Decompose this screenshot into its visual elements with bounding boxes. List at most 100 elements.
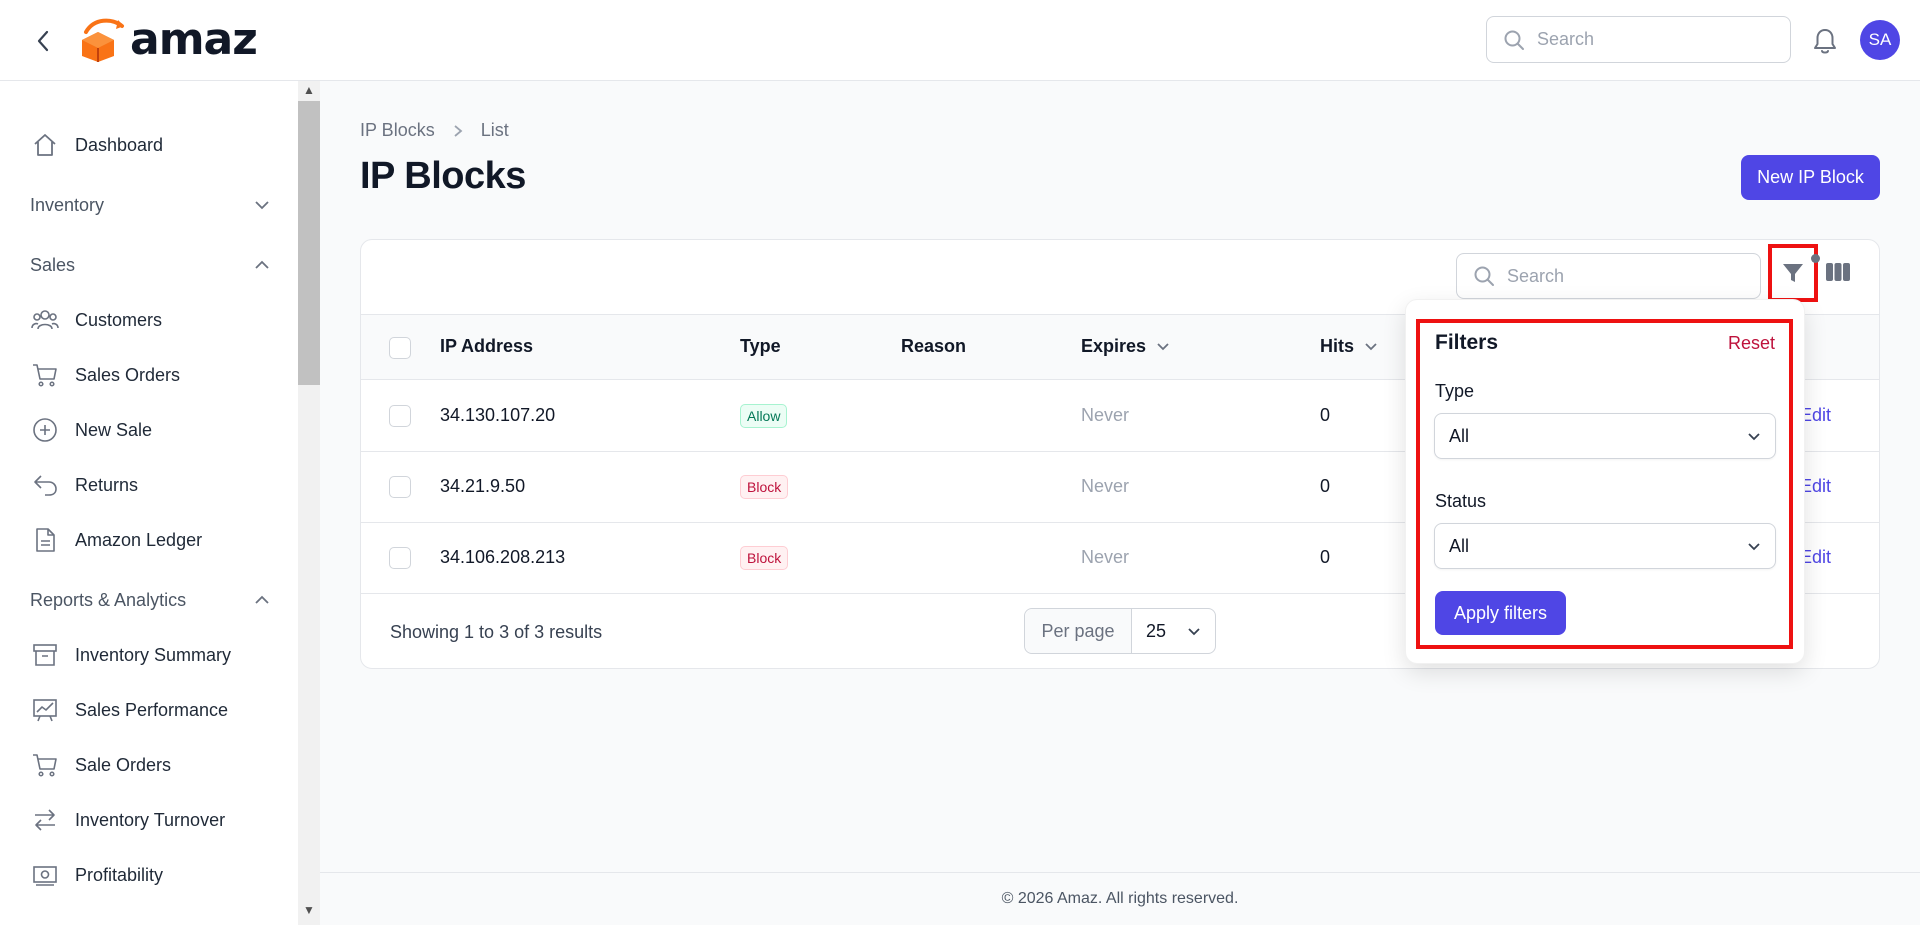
row-hits: 0 xyxy=(1320,405,1331,425)
app-name: amaz xyxy=(130,14,258,65)
column-header-reason[interactable]: Reason xyxy=(901,336,966,357)
sidebar-item-label: Inventory Summary xyxy=(75,644,232,665)
sidebar-item-label: Amazon Ledger xyxy=(75,529,203,550)
filter-status-select[interactable]: All xyxy=(1434,523,1776,569)
column-header-expires[interactable]: Expires xyxy=(1081,336,1170,357)
breadcrumb-current: List xyxy=(480,120,509,140)
back-button[interactable] xyxy=(30,28,56,54)
type-badge: Block xyxy=(740,475,789,499)
chevron-down-icon xyxy=(1365,343,1377,351)
page-title: IP Blocks xyxy=(360,155,526,197)
per-page-select[interactable]: Per page 25 xyxy=(1024,608,1216,654)
type-badge: Allow xyxy=(740,404,788,428)
chevron-down-icon xyxy=(1188,627,1200,635)
filter-active-indicator xyxy=(1811,254,1820,263)
global-search[interactable] xyxy=(1486,16,1791,63)
sidebar-group-label: Reports & Analytics xyxy=(30,589,187,610)
scrollbar-thumb[interactable] xyxy=(298,101,320,385)
scroll-down-icon[interactable]: ▼ xyxy=(303,903,315,917)
cart-icon xyxy=(30,750,60,780)
sidebar-item-label: Customers xyxy=(75,309,163,330)
row-checkbox[interactable] xyxy=(389,405,411,427)
filter-type-label: Type xyxy=(1435,381,1475,401)
search-icon xyxy=(1474,266,1494,286)
per-page-value[interactable]: 25 xyxy=(1132,609,1215,653)
row-checkbox[interactable] xyxy=(389,476,411,498)
top-bar: amaz SA xyxy=(0,0,1920,81)
chevron-down-icon xyxy=(1748,432,1760,440)
sidebar-group-inventory[interactable]: Inventory xyxy=(30,190,270,220)
sidebar-item-customers[interactable]: Customers xyxy=(30,305,162,335)
sidebar-group-reports[interactable]: Reports & Analytics xyxy=(30,585,270,615)
sidebar-item-label: Sales Orders xyxy=(75,364,181,385)
chevron-up-icon xyxy=(255,595,269,604)
chevron-right-icon xyxy=(453,124,463,138)
sidebar: Dashboard Inventory Sales Customers Sale… xyxy=(0,81,298,925)
table-search-input[interactable] xyxy=(1507,265,1747,287)
user-avatar[interactable]: SA xyxy=(1860,20,1900,60)
filter-button[interactable] xyxy=(1768,244,1818,302)
document-icon xyxy=(30,525,60,555)
chevron-down-icon xyxy=(255,201,269,210)
row-ip: 34.106.208.213 xyxy=(440,547,566,567)
column-header-type[interactable]: Type xyxy=(740,336,781,357)
select-all-checkbox[interactable] xyxy=(389,337,411,359)
sidebar-item-new-sale[interactable]: New Sale xyxy=(30,415,152,445)
sidebar-item-sales-performance[interactable]: Sales Performance xyxy=(30,695,228,725)
notifications-button[interactable] xyxy=(1812,27,1838,60)
pagination-summary: Showing 1 to 3 of 3 results xyxy=(390,622,603,642)
row-hits: 0 xyxy=(1320,547,1331,567)
row-hits: 0 xyxy=(1320,476,1331,496)
users-icon xyxy=(30,305,60,335)
sidebar-item-inventory-summary[interactable]: Inventory Summary xyxy=(30,640,231,670)
plus-circle-icon xyxy=(30,415,60,445)
filter-status-label: Status xyxy=(1435,491,1487,511)
chevron-up-icon xyxy=(255,260,269,269)
sidebar-item-sale-orders[interactable]: Sale Orders xyxy=(30,750,171,780)
filters-title: Filters xyxy=(1435,331,1499,354)
arrows-icon xyxy=(30,805,60,835)
cash-icon xyxy=(30,860,60,890)
global-search-input[interactable] xyxy=(1537,29,1777,50)
columns-toggle-button[interactable] xyxy=(1825,262,1851,287)
row-expires: Never xyxy=(1081,476,1130,496)
cart-icon xyxy=(30,360,60,390)
sidebar-item-profitability[interactable]: Profitability xyxy=(30,860,163,890)
archive-icon xyxy=(30,640,60,670)
sidebar-group-sales[interactable]: Sales xyxy=(30,250,270,280)
apply-filters-button[interactable]: Apply filters xyxy=(1435,591,1566,635)
row-checkbox[interactable] xyxy=(389,547,411,569)
filter-icon xyxy=(1783,264,1803,282)
row-ip: 34.21.9.50 xyxy=(440,476,526,496)
per-page-label: Per page xyxy=(1025,609,1132,653)
sidebar-item-returns[interactable]: Returns xyxy=(30,470,138,500)
filter-type-select[interactable]: All xyxy=(1434,413,1776,459)
chevron-left-icon xyxy=(37,30,49,52)
sidebar-item-label: Sale Orders xyxy=(75,754,172,775)
chart-icon xyxy=(30,695,60,725)
sidebar-item-label: Profitability xyxy=(75,864,164,885)
table-search[interactable] xyxy=(1456,253,1761,299)
sidebar-item-dashboard[interactable]: Dashboard xyxy=(30,130,163,160)
sidebar-scrollbar[interactable]: ▲ ▼ xyxy=(298,81,320,925)
sidebar-item-sales-orders[interactable]: Sales Orders xyxy=(30,360,180,390)
breadcrumb-parent[interactable]: IP Blocks xyxy=(360,120,435,141)
row-expires: Never xyxy=(1081,547,1130,567)
sidebar-item-label: Dashboard xyxy=(75,134,164,155)
breadcrumb: IP Blocks List xyxy=(360,120,509,141)
return-icon xyxy=(30,470,60,500)
chevron-down-icon xyxy=(1157,343,1169,351)
app-logo[interactable]: amaz xyxy=(78,14,258,65)
column-header-hits[interactable]: Hits xyxy=(1320,336,1378,357)
sidebar-item-label: Sales Performance xyxy=(75,699,229,720)
sidebar-item-label: New Sale xyxy=(75,419,153,440)
scroll-up-icon[interactable]: ▲ xyxy=(303,83,315,97)
footer: © 2026 Amaz. All rights reserved. xyxy=(320,872,1920,925)
sidebar-item-amazon-ledger[interactable]: Amazon Ledger xyxy=(30,525,202,555)
columns-icon xyxy=(1826,263,1850,281)
column-header-ip[interactable]: IP Address xyxy=(440,336,533,357)
new-ip-block-button[interactable]: New IP Block xyxy=(1741,155,1880,200)
type-badge: Block xyxy=(740,546,789,570)
sidebar-item-inventory-turnover[interactable]: Inventory Turnover xyxy=(30,805,225,835)
filters-reset-link[interactable]: Reset xyxy=(1728,333,1775,354)
